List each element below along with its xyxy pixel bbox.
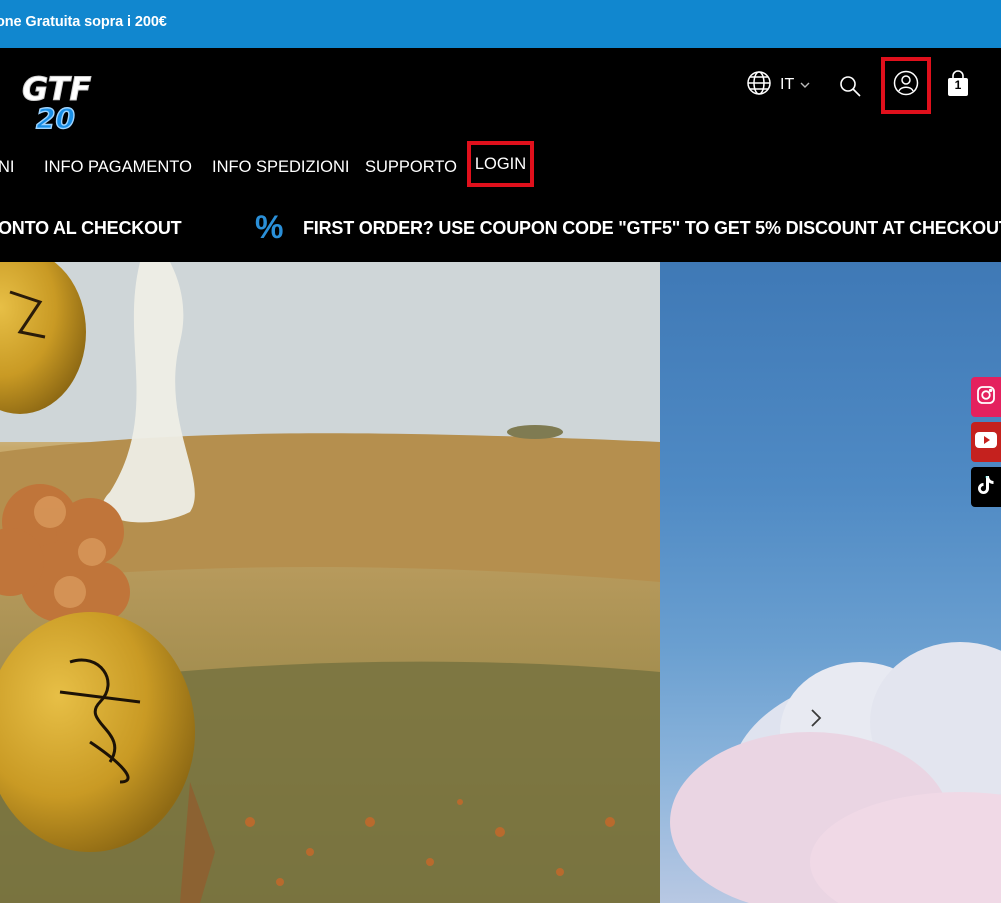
chevron-right-icon bbox=[806, 709, 826, 736]
promo-text-right: FIRST ORDER? USE COUPON CODE "GTF5" TO G… bbox=[303, 218, 1001, 238]
account-button[interactable] bbox=[881, 57, 931, 114]
logo-number: 20 bbox=[36, 102, 75, 132]
login-label: LOGIN bbox=[474, 154, 527, 173]
cart-button[interactable]: 1 bbox=[946, 70, 970, 98]
instagram-link[interactable] bbox=[971, 377, 1001, 417]
announcement-text: one Gratuita sopra i 200€ bbox=[0, 14, 167, 30]
hero-artwork bbox=[0, 262, 660, 903]
user-icon bbox=[893, 70, 919, 101]
nav-item-info-spedizioni[interactable]: INFO SPEDIZIONI bbox=[212, 158, 350, 177]
language-code: IT bbox=[780, 76, 795, 93]
nav-item-login[interactable]: LOGIN bbox=[467, 141, 534, 187]
site-header: GTF 20 IT 1 NI INFO PAGAMENTO INFO SPEDI… bbox=[0, 48, 1001, 196]
promo-marquee: ONTO AL CHECKOUT % FIRST ORDER? USE COUP… bbox=[0, 196, 1001, 262]
nav-item-partial[interactable]: NI bbox=[0, 158, 15, 177]
nav-item-info-pagamento[interactable]: INFO PAGAMENTO bbox=[44, 158, 192, 177]
hero-slide-next bbox=[660, 262, 1001, 903]
promo-text-left: ONTO AL CHECKOUT bbox=[0, 218, 182, 238]
tiktok-icon bbox=[977, 475, 995, 500]
language-selector[interactable]: IT bbox=[746, 70, 810, 101]
cart-count: 1 bbox=[954, 78, 962, 92]
search-icon bbox=[838, 76, 862, 102]
carousel-next-button[interactable] bbox=[806, 704, 826, 732]
youtube-link[interactable] bbox=[971, 422, 1001, 462]
chevron-down-icon bbox=[800, 76, 810, 94]
search-button[interactable] bbox=[838, 74, 862, 98]
announcement-bar: one Gratuita sopra i 200€ bbox=[0, 0, 1001, 48]
percent-icon: % bbox=[255, 209, 284, 245]
tiktok-link[interactable] bbox=[971, 467, 1001, 507]
instagram-icon bbox=[976, 385, 996, 410]
site-logo[interactable]: GTF 20 bbox=[20, 70, 100, 136]
youtube-icon bbox=[975, 431, 997, 453]
hero-slide-image bbox=[0, 262, 660, 903]
nav-item-supporto[interactable]: SUPPORTO bbox=[365, 158, 457, 177]
sky-artwork bbox=[670, 642, 1001, 903]
globe-icon bbox=[746, 70, 772, 101]
